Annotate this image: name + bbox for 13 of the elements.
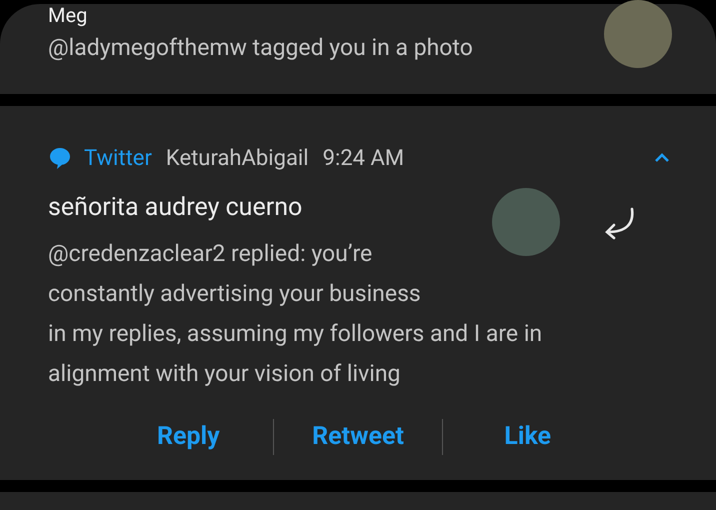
notification-title: Meg	[48, 4, 88, 26]
notification-text: @credenzaclear2 replied: you’re constantly advertising your business in my replies, assuming my followers and I are in alignment with your vision of living	[48, 239, 544, 389]
app-name: Twitter	[84, 146, 152, 170]
action-button[interactable]: Reply	[104, 412, 273, 461]
notification-time: 9:24 AM	[322, 146, 404, 170]
notification-text: @ladymegofthemw tagged you in a photo	[48, 33, 474, 63]
speech-bubble-icon	[48, 146, 72, 170]
action-button[interactable]: Retweet	[274, 412, 442, 461]
account-name: KeturahAbigail	[166, 146, 309, 170]
collapse-icon[interactable]	[654, 153, 670, 163]
notification-card[interactable]	[0, 106, 716, 480]
action-button[interactable]: Like	[443, 412, 612, 461]
notification-title: señorita audrey cuerno	[48, 192, 304, 224]
